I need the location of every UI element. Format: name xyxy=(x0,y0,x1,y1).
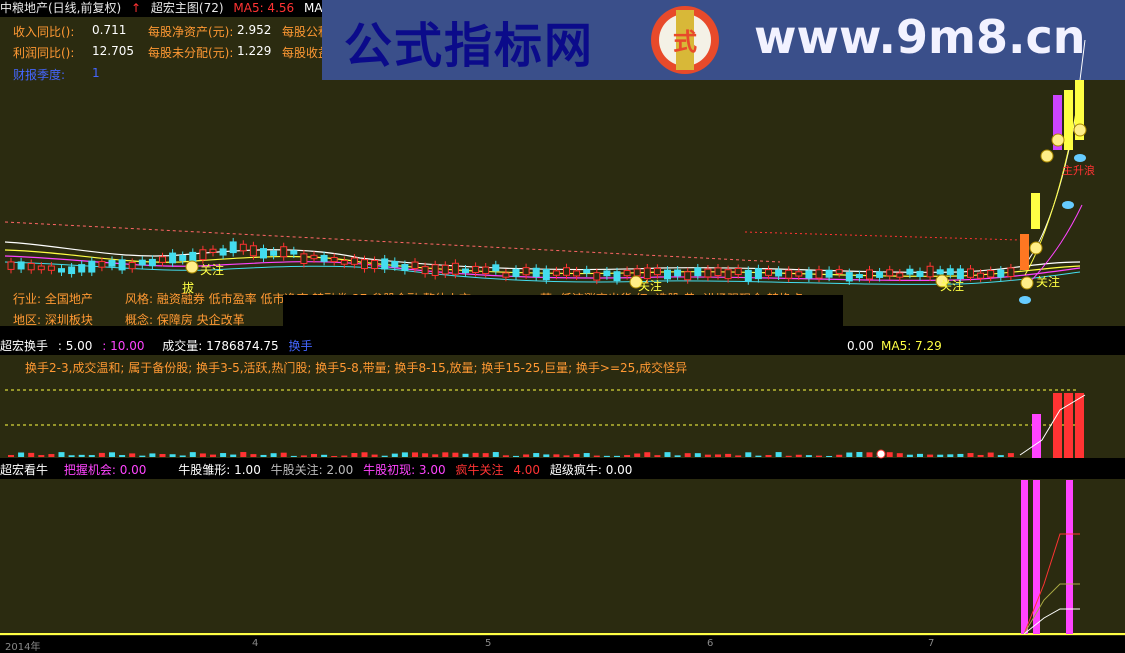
x-axis-label-2: 5 xyxy=(485,638,492,649)
x-axis-label-3: 6 xyxy=(707,638,714,649)
bull-chart xyxy=(0,480,1125,635)
x-axis-label-4: 7 xyxy=(928,638,935,649)
x-axis xyxy=(0,637,1125,648)
bull-bar xyxy=(1021,480,1028,634)
x-axis-label-0: 2014年 xyxy=(5,642,41,653)
x-axis-label-1: 4 xyxy=(252,638,259,649)
bull-bar xyxy=(1066,480,1073,634)
bull-bar xyxy=(1033,480,1040,634)
